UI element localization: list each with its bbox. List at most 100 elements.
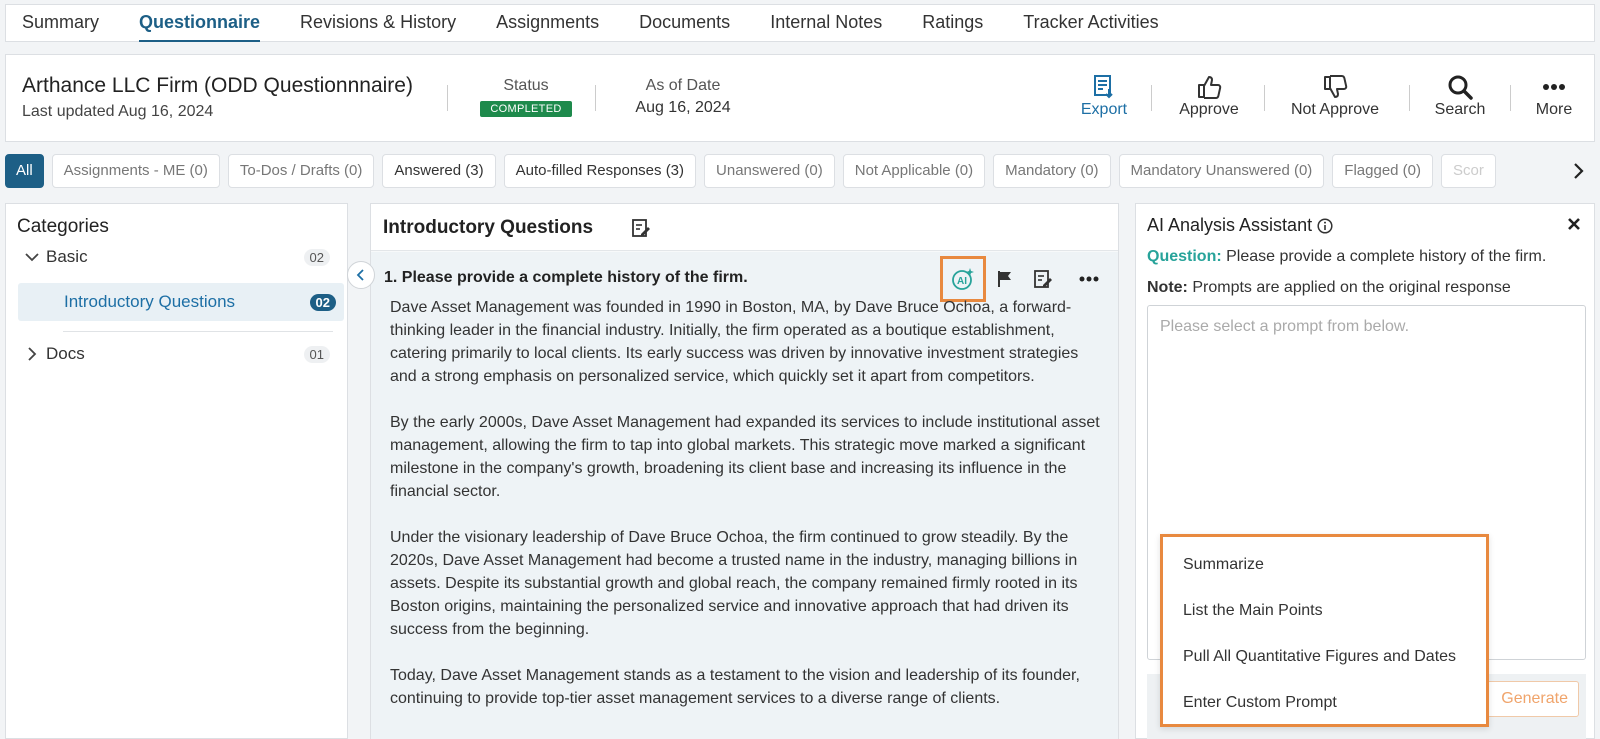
approve-label: Approve bbox=[1179, 101, 1239, 118]
export-button[interactable]: Export bbox=[1072, 73, 1136, 119]
question-panel: Introductory Questions 1. Please provide… bbox=[370, 203, 1119, 739]
category-count: 01 bbox=[303, 345, 330, 363]
tab-internal-notes[interactable]: Internal Notes bbox=[770, 4, 882, 42]
more-label: More bbox=[1535, 101, 1573, 118]
ai-assistant-title: AI Analysis Assistant bbox=[1147, 215, 1333, 236]
questionnaire-header: Arthance LLC Firm (ODD Questionnnaire) L… bbox=[5, 54, 1595, 142]
thumbs-up-icon bbox=[1176, 73, 1242, 101]
search-icon bbox=[1430, 73, 1490, 101]
search-button[interactable]: Search bbox=[1430, 73, 1490, 119]
export-label: Export bbox=[1080, 101, 1128, 118]
flag-button[interactable] bbox=[986, 259, 1024, 299]
page-title: Arthance LLC Firm (ODD Questionnnaire) bbox=[22, 74, 413, 97]
categories-title: Categories bbox=[17, 216, 109, 237]
answer-paragraph: Dave Asset Management was founded in 199… bbox=[390, 299, 1079, 385]
ai-question: Question: Please provide a complete hist… bbox=[1147, 248, 1546, 266]
divider bbox=[447, 85, 448, 111]
category-label: Docs bbox=[46, 344, 85, 363]
svg-text:AI: AI bbox=[957, 276, 967, 287]
as-of-date-block: As of Date Aug 16, 2024 bbox=[616, 77, 750, 117]
filter-chip-bar: All Assignments - ME (0) To-Dos / Drafts… bbox=[5, 153, 1595, 189]
filter-not-applicable[interactable]: Not Applicable (0) bbox=[842, 154, 986, 188]
chevron-right-icon bbox=[18, 347, 46, 361]
close-button[interactable] bbox=[1564, 214, 1584, 234]
prompt-pull-figures-dates[interactable]: Pull All Quantitative Figures and Dates bbox=[1163, 634, 1486, 680]
prompt-summarize[interactable]: Summarize bbox=[1163, 542, 1486, 588]
category-introductory-questions[interactable]: Introductory Questions 02 bbox=[18, 283, 344, 321]
category-docs[interactable]: Docs 01 bbox=[18, 338, 338, 370]
answer-paragraph: Under the visionary leadership of Dave B… bbox=[390, 529, 1078, 638]
filter-answered[interactable]: Answered (3) bbox=[382, 154, 496, 188]
filter-score[interactable]: Scor bbox=[1441, 154, 1496, 188]
tab-tracker-activities[interactable]: Tracker Activities bbox=[1023, 4, 1158, 42]
divider bbox=[1151, 85, 1152, 111]
tab-documents[interactable]: Documents bbox=[639, 4, 730, 42]
edit-answer-button[interactable] bbox=[1024, 259, 1062, 299]
as-of-date-label: As of Date bbox=[645, 77, 721, 94]
category-label: Introductory Questions bbox=[64, 292, 236, 311]
filter-todos-drafts[interactable]: To-Dos / Drafts (0) bbox=[227, 154, 375, 188]
edit-notes-icon[interactable] bbox=[631, 218, 651, 243]
more-dots-icon bbox=[1528, 73, 1580, 101]
divider bbox=[1510, 85, 1511, 111]
chevron-left-icon bbox=[356, 269, 364, 281]
category-count: 02 bbox=[309, 293, 336, 311]
export-icon bbox=[1072, 73, 1136, 101]
last-updated: Last updated Aug 16, 2024 bbox=[22, 103, 214, 120]
prompt-custom[interactable]: Enter Custom Prompt bbox=[1163, 680, 1486, 726]
status-block: Status COMPLETED bbox=[468, 77, 584, 117]
filter-mandatory[interactable]: Mandatory (0) bbox=[993, 154, 1111, 188]
not-approve-button[interactable]: Not Approve bbox=[1285, 73, 1385, 119]
answer-paragraph: By the early 2000s, Dave Asset Managemen… bbox=[390, 414, 1100, 500]
status-badge: COMPLETED bbox=[480, 101, 572, 117]
chevron-right-icon bbox=[1574, 163, 1584, 179]
ai-sparkle-icon: AI bbox=[952, 268, 974, 290]
filter-unanswered[interactable]: Unanswered (0) bbox=[704, 154, 835, 188]
ai-note: Note: Prompts are applied on the origina… bbox=[1147, 279, 1511, 297]
edit-notes-icon bbox=[1034, 270, 1052, 288]
top-tab-bar: Summary Questionnaire Revisions & Histor… bbox=[5, 4, 1595, 42]
tab-ratings[interactable]: Ratings bbox=[922, 4, 983, 42]
section-title: Introductory Questions bbox=[383, 217, 594, 238]
flag-icon bbox=[998, 271, 1011, 287]
categories-panel: Categories Basic 02 Introductory Questio… bbox=[5, 203, 348, 739]
category-label: Basic bbox=[46, 247, 88, 266]
answer-text: Dave Asset Management was founded in 199… bbox=[390, 296, 1102, 733]
tab-assignments[interactable]: Assignments bbox=[496, 4, 599, 42]
generate-button[interactable]: Generate bbox=[1485, 681, 1579, 717]
chip-scroll-right-button[interactable] bbox=[1565, 157, 1591, 185]
category-count: 02 bbox=[303, 248, 330, 266]
tab-questionnaire[interactable]: Questionnaire bbox=[139, 4, 261, 42]
filter-flagged[interactable]: Flagged (0) bbox=[1332, 154, 1434, 188]
prompt-list-main-points[interactable]: List the Main Points bbox=[1163, 588, 1486, 634]
divider bbox=[595, 85, 596, 111]
filter-all[interactable]: All bbox=[5, 154, 44, 188]
divider bbox=[1409, 85, 1410, 111]
question-panel-header: Introductory Questions bbox=[371, 204, 1118, 251]
thumbs-down-icon bbox=[1285, 73, 1385, 101]
not-approve-label: Not Approve bbox=[1290, 101, 1380, 118]
category-basic[interactable]: Basic 02 bbox=[18, 241, 338, 273]
filter-mandatory-unanswered[interactable]: Mandatory Unanswered (0) bbox=[1118, 154, 1325, 188]
ai-note-text: Prompts are applied on the original resp… bbox=[1187, 279, 1511, 296]
divider bbox=[1264, 85, 1265, 111]
divider bbox=[63, 331, 333, 332]
status-label: Status bbox=[503, 77, 549, 94]
question-title: 1. Please provide a complete history of … bbox=[384, 269, 748, 286]
filter-assignments-me[interactable]: Assignments - ME (0) bbox=[51, 154, 220, 188]
ai-note-label: Note: bbox=[1147, 279, 1188, 296]
info-icon[interactable] bbox=[1317, 217, 1333, 234]
tab-summary[interactable]: Summary bbox=[22, 4, 99, 42]
chevron-down-icon bbox=[18, 252, 46, 262]
search-label: Search bbox=[1434, 101, 1486, 118]
approve-button[interactable]: Approve bbox=[1176, 73, 1242, 119]
filter-auto-filled[interactable]: Auto-filled Responses (3) bbox=[503, 154, 697, 188]
question-more-button[interactable] bbox=[1070, 259, 1108, 299]
tab-revisions-history[interactable]: Revisions & History bbox=[300, 4, 456, 42]
question-body: 1. Please provide a complete history of … bbox=[371, 252, 1118, 739]
collapse-categories-button[interactable] bbox=[347, 261, 375, 289]
ai-assistant-title-text: AI Analysis Assistant bbox=[1147, 215, 1313, 235]
answer-paragraph: Today, Dave Asset Management stands as a… bbox=[390, 667, 1080, 707]
ai-question-label: Question: bbox=[1147, 248, 1222, 265]
more-button[interactable]: More bbox=[1528, 73, 1580, 119]
